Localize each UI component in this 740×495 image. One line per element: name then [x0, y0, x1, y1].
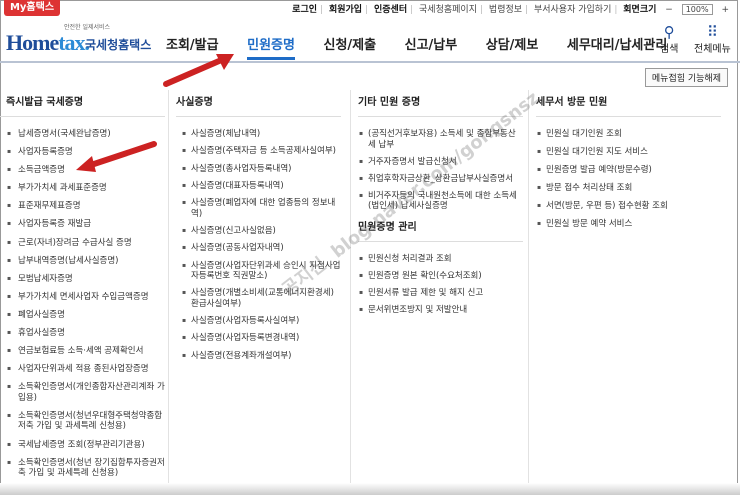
menu-link[interactable]: 표준재무제표증명 — [0, 201, 165, 212]
menu-link[interactable]: 방문 접수 처리상태 조회 — [536, 183, 721, 194]
all-menu-button[interactable]: ⠿ 전체메뉴 — [694, 24, 731, 55]
dept-user-signup-link[interactable]: 부서사용자 가입하기 — [534, 5, 611, 15]
menu-link[interactable]: 민원실 대기인원 지도 서비스 — [536, 147, 721, 158]
nts-homepage-link[interactable]: 국세청홈페이지 — [419, 5, 477, 15]
main-nav: 조회/발급 민원증명 신청/제출 신고/납부 상담/제보 세무대리/납세관리 — [166, 34, 691, 60]
zoom-value: 100% — [681, 4, 713, 15]
menu-link[interactable]: 사실증명(대표자등록내역) — [181, 181, 341, 192]
menu-link[interactable]: 휴업사실증명 — [0, 328, 165, 339]
law-info-link[interactable]: 법령정보 — [489, 5, 522, 15]
column-divider — [168, 90, 169, 490]
header: 안전한 일제서비스 Hometax. 국세청홈택스 조회/발급 민원증명 신청/… — [0, 16, 740, 63]
menu-link[interactable]: 납세증명서(국세완납증명) — [0, 129, 165, 140]
menu-link[interactable]: 국세납세증명 조회(정부관리기관용) — [0, 440, 165, 451]
menu-link[interactable]: 소득확인증명서(청년우대형주택청약종합저축 가입 및 과세특례 신청용) — [0, 411, 165, 432]
nav-tax-agent[interactable]: 세무대리/납세관리 — [567, 34, 667, 53]
bottom-shadow — [0, 483, 740, 495]
cert-center-link[interactable]: 인증센터 — [374, 5, 407, 15]
menu-link[interactable]: 근로(자녀)장려금 수급사실 증명 — [0, 238, 165, 249]
hometax-logo[interactable]: 안전한 일제서비스 Hometax. 국세청홈택스 — [6, 22, 156, 58]
logo-wordmark: Hometax. — [6, 30, 90, 55]
menu-link[interactable]: 부가가치세 면세사업자 수입금액증명 — [0, 292, 165, 303]
menu-link[interactable]: 사실증명(신고사실없음) — [181, 226, 341, 237]
menu-link[interactable]: 사실증명(사업자등록사실여부) — [181, 316, 341, 327]
nav-report-pay[interactable]: 신고/납부 — [405, 34, 458, 53]
menu-link[interactable]: 사업자등록증 재발급 — [0, 219, 165, 230]
menu-link[interactable]: 민원실 방문 예약 서비스 — [536, 219, 721, 230]
utility-bar: My홈택스 로그인 | 회원가입 | 인증센터 | 국세청홈페이지 | 법령정보 | 부서… — [0, 0, 740, 16]
signup-link[interactable]: 회원가입 — [329, 5, 362, 15]
menu-link[interactable]: 사실증명(총사업자등록내역) — [181, 164, 341, 175]
tax-office-visit-column: 세무서 방문 민원 민원실 대기인원 조회민원실 대기인원 지도 서비스민원증명… — [536, 93, 721, 238]
menu-link[interactable]: 사실증명(개별소비세(교통에너지환경세) 환급사실여부) — [181, 288, 341, 309]
highlight-arrow-income-cert — [76, 141, 157, 172]
menu-link[interactable]: 민원증명 발급 예약(방문수령) — [536, 165, 721, 176]
menu-link[interactable]: 폐업사실증명 — [0, 310, 165, 321]
menu-link[interactable]: 문서위변조방지 및 저발안내 — [358, 305, 523, 316]
nav-apply-submit[interactable]: 신청/제출 — [324, 34, 377, 53]
utility-links: 로그인 | 회원가입 | 인증센터 | 국세청홈페이지 | 법령정보 | 부서사용자 가입… — [292, 4, 729, 15]
menu-link[interactable]: 사실증명(주택자금 등 소득공제사실여부) — [181, 146, 341, 157]
column-divider — [528, 90, 529, 490]
menu-link[interactable]: 민원서류 발급 제한 및 해지 신고 — [358, 288, 523, 299]
menu-link[interactable]: 연금보험료등 소득·세액 공제확인서 — [0, 346, 165, 357]
menu-link[interactable]: 사실증명(전용계좌개설여부) — [181, 351, 341, 362]
menu-link[interactable]: 소득확인증명서(청년 장기집합투자증권저축 가입 및 과세특례 신청용) — [0, 458, 165, 479]
menu-collapse-button[interactable]: 메뉴접힘 기능해제 — [644, 68, 728, 87]
menu-link[interactable]: 사실증명(사업자등록변경내역) — [181, 333, 341, 344]
nav-civil-certificates[interactable]: 민원증명 — [247, 34, 295, 60]
column-title: 사실증명 — [176, 93, 341, 117]
login-link[interactable]: 로그인 — [292, 5, 317, 15]
zoom-in-icon[interactable]: + — [721, 5, 729, 15]
menu-link[interactable]: 민원신청 처리결과 조회 — [358, 254, 523, 265]
grid-icon: ⠿ — [706, 23, 718, 41]
search-icon: ⚲ — [663, 23, 675, 41]
menu-link[interactable]: 사업자단위과세 적용 종된사업장증명 — [0, 364, 165, 375]
fact-cert-column: 사실증명 사실증명(체납내역) 사실증명(주택자금 등 소득공제사실여부) 사실증명… — [176, 93, 341, 368]
menu-link[interactable]: 사실증명(폐업자에 대한 업종등의 정보내역) — [181, 198, 341, 219]
column-divider — [350, 90, 351, 490]
column-title: 즉시발급 국세증명 — [0, 93, 165, 117]
menu-link[interactable]: 사실증명(체납내역) — [181, 129, 341, 140]
menu-link[interactable]: 민원실 대기인원 조회 — [536, 129, 721, 140]
menu-link[interactable]: 소득확인증명서(개인종합자산관리계좌 가입용) — [0, 382, 165, 403]
nav-consult-report[interactable]: 상담/제보 — [486, 34, 539, 53]
zoom-out-icon[interactable]: − — [665, 5, 673, 15]
logo-subtitle: 국세청홈택스 — [85, 38, 152, 52]
menu-link[interactable]: 부가가치세 과세표준증명 — [0, 183, 165, 194]
menu-link[interactable]: 민원증명 원본 확인(수요처조회) — [358, 271, 523, 282]
menu-link[interactable]: 납부내역증명(납세사실증명) — [0, 256, 165, 267]
column-title: 세무서 방문 민원 — [536, 93, 721, 117]
highlight-arrow-nav — [163, 54, 234, 87]
search-button[interactable]: ⚲ 검색 — [660, 24, 678, 55]
my-hometax-tab[interactable]: My홈택스 — [4, 0, 60, 16]
menu-link[interactable]: 모범납세자증명 — [0, 274, 165, 285]
menu-link[interactable]: 서면(방문, 우편 등) 접수현황 조회 — [536, 201, 721, 212]
screen-size-label: 회면크기 — [623, 5, 657, 15]
